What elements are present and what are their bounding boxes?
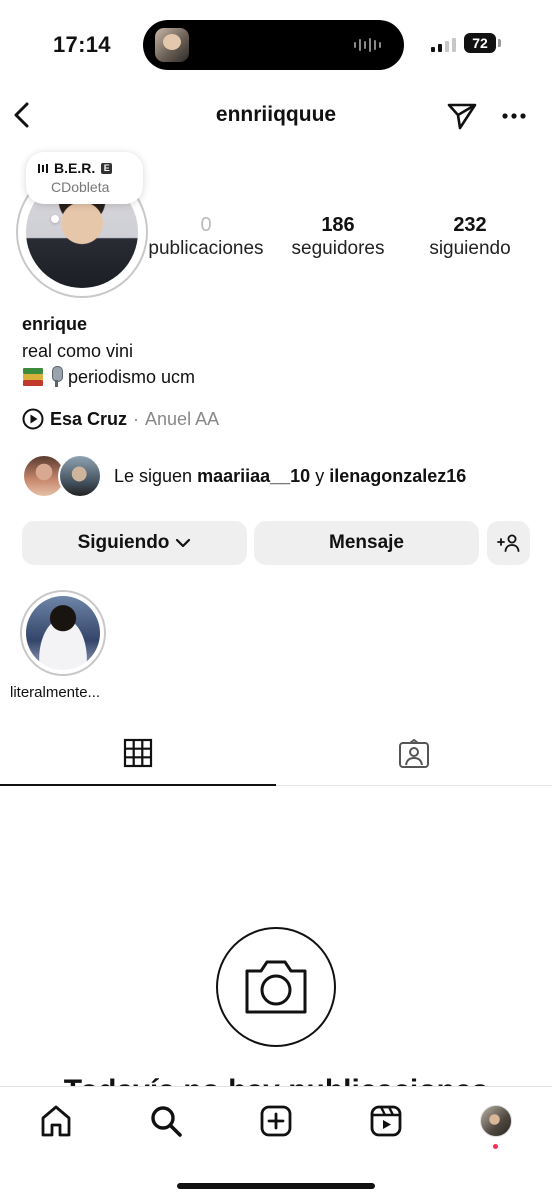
highlight-label: literalmente... <box>10 684 101 701</box>
add-person-icon <box>496 534 519 552</box>
following-button[interactable]: Siguiendo <box>22 521 247 565</box>
note-tail-dot <box>51 215 59 223</box>
reels-icon <box>370 1105 402 1137</box>
stat-posts[interactable]: 0 publicaciones <box>146 213 266 261</box>
posts-count: 0 <box>200 214 212 236</box>
mutual-prefix: Le siguen <box>114 465 193 486</box>
status-time: 17:14 <box>53 32 111 57</box>
music-bars-icon <box>38 163 48 173</box>
explicit-badge-icon: E <box>101 162 113 174</box>
dynamic-island[interactable] <box>143 20 404 70</box>
music-separator: · <box>133 408 140 429</box>
note-bubble[interactable]: B.E.R. E CDobleta <box>26 152 143 204</box>
stat-following[interactable]: 232 siguiendo <box>420 213 520 261</box>
home-icon <box>41 1105 71 1137</box>
status-bar: 17:14 72 <box>0 0 552 90</box>
tagged-person-icon <box>399 738 429 768</box>
chevron-down-icon <box>176 538 191 548</box>
home-indicator[interactable] <box>177 1183 375 1189</box>
mutual-follower-avatar <box>58 454 102 498</box>
tab-posts-grid[interactable] <box>0 722 276 786</box>
bio-line-2: periodismo ucm <box>22 366 195 388</box>
stat-followers[interactable]: 186 seguidores <box>284 213 392 261</box>
bio-line-2-text: periodismo ucm <box>68 366 196 387</box>
nav-home[interactable] <box>38 1103 74 1139</box>
plus-square-icon <box>260 1105 292 1137</box>
nav-create[interactable] <box>258 1103 294 1139</box>
search-icon <box>151 1106 182 1137</box>
play-circle-icon <box>22 408 44 430</box>
story-highlight[interactable] <box>20 590 106 676</box>
nav-search[interactable] <box>148 1103 184 1139</box>
song-artist: Anuel AA <box>145 408 220 429</box>
highlight-cover <box>26 596 100 670</box>
nav-reels[interactable] <box>368 1103 404 1139</box>
note-title-text: B.E.R. <box>54 160 96 176</box>
mutual-user-2[interactable]: ilenagonzalez16 <box>329 466 466 486</box>
notification-dot <box>493 1144 498 1149</box>
note-artist: CDobleta <box>51 179 110 195</box>
mutual-user-1[interactable]: maariiaa__10 <box>197 466 310 486</box>
note-title: B.E.R. E <box>38 160 133 176</box>
posts-label: publicaciones <box>148 238 264 259</box>
cellular-signal-icon <box>431 36 457 52</box>
tab-tagged[interactable] <box>276 722 552 786</box>
mutual-followers-text: Le siguen maariiaa__10 y ilenagonzalez16 <box>114 466 466 487</box>
nav-profile[interactable] <box>478 1103 514 1139</box>
display-name: enrique <box>22 314 88 334</box>
empty-posts-camera <box>216 927 336 1047</box>
followers-count: 186 <box>321 214 355 236</box>
following-count: 232 <box>453 214 487 236</box>
profile-music[interactable]: Esa Cruz · Anuel AA <box>22 408 219 430</box>
grid-icon <box>123 738 153 768</box>
following-label: siguiendo <box>429 238 511 259</box>
battery-tip <box>498 39 501 47</box>
bio-line-1: real como vini <box>22 341 134 361</box>
following-button-label: Siguiendo <box>77 532 170 553</box>
mutual-followers[interactable]: Le siguen maariiaa__10 y ilenagonzalez16 <box>22 454 466 498</box>
camera-icon <box>245 960 307 1014</box>
microphone-emoji-icon <box>48 366 64 388</box>
message-button-label: Mensaje <box>329 532 404 553</box>
battery-indicator: 72 <box>464 33 496 53</box>
profile-header: ennriiqquue <box>0 92 552 140</box>
now-playing-artwork <box>155 28 189 62</box>
followers-label: seguidores <box>291 238 385 259</box>
paper-plane-icon[interactable] <box>446 101 478 131</box>
ellipsis-icon[interactable] <box>500 102 528 130</box>
profile-tabs <box>0 722 552 786</box>
message-button[interactable]: Mensaje <box>254 521 479 565</box>
song-title: Esa Cruz <box>50 408 128 429</box>
books-emoji-icon <box>22 367 44 387</box>
audio-waveform-icon <box>354 36 388 54</box>
suggest-people-button[interactable] <box>487 521 530 565</box>
profile-avatar-icon <box>480 1105 512 1137</box>
mutual-conjunction: y <box>315 465 325 486</box>
